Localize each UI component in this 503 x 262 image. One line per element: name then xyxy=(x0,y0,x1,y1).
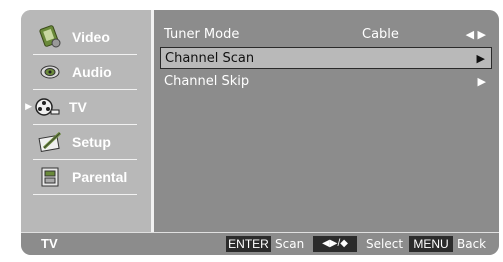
sidebar-item-label: Parental xyxy=(72,168,128,185)
setting-row-tuner-mode[interactable]: Tuner Mode Cable ◀ ▶ xyxy=(160,23,492,45)
sidebar-item-tv[interactable]: ▶ TV xyxy=(21,90,143,123)
setting-row-channel-skip[interactable]: Channel Skip ▶ xyxy=(160,70,492,92)
sidebar-item-label: Audio xyxy=(72,63,112,80)
menu-divider xyxy=(33,194,137,195)
menu-key-hint: Back xyxy=(457,237,487,251)
sidebar-item-label: Video xyxy=(72,28,110,45)
help-bar: TV ENTER Scan ◀▶/◆ Select MENU Back xyxy=(21,232,499,255)
sidebar-item-label: Setup xyxy=(72,133,111,150)
sidebar-item-setup[interactable]: Setup xyxy=(21,125,143,158)
active-item-marker: ▶ xyxy=(25,101,32,111)
film-reel-icon xyxy=(39,24,61,47)
navigation-keys-badge: ◀▶/◆ xyxy=(313,236,357,252)
menu-key-badge: MENU xyxy=(409,236,453,252)
sidebar-item-audio[interactable]: Audio xyxy=(21,55,143,88)
setting-row-channel-scan[interactable]: Channel Scan ▶ xyxy=(160,47,492,69)
tv-osd-window: Video Audio ▶ TV Setup Parental Tuner Mo… xyxy=(21,10,499,255)
setting-value: Cable xyxy=(362,26,399,42)
menu-section-title: TV xyxy=(41,236,58,251)
lock-box-icon xyxy=(41,167,59,186)
setting-label: Tuner Mode xyxy=(164,26,240,42)
sidebar-item-label: TV xyxy=(69,98,87,115)
tv-reel-icon xyxy=(35,97,60,116)
sidebar-menu: Video Audio ▶ TV Setup Parental xyxy=(21,10,151,232)
pen-note-icon xyxy=(38,131,62,152)
setting-label: Channel Skip xyxy=(164,73,250,89)
enter-key-hint: Scan xyxy=(275,237,305,251)
navigation-keys-hint: Select xyxy=(366,237,404,251)
sidebar-item-parental[interactable]: Parental xyxy=(21,160,143,193)
settings-panel: Tuner Mode Cable ◀ ▶ Channel Scan ▶ Chan… xyxy=(154,10,499,232)
speaker-icon xyxy=(40,65,60,78)
enter-key-badge: ENTER xyxy=(226,236,271,252)
right-arrow-icon: ▶ xyxy=(477,74,486,88)
left-right-arrows-icon: ◀ ▶ xyxy=(465,27,486,41)
right-arrow-icon: ▶ xyxy=(476,51,485,65)
setting-label: Channel Scan xyxy=(165,50,255,66)
sidebar-item-video[interactable]: Video xyxy=(21,20,143,53)
